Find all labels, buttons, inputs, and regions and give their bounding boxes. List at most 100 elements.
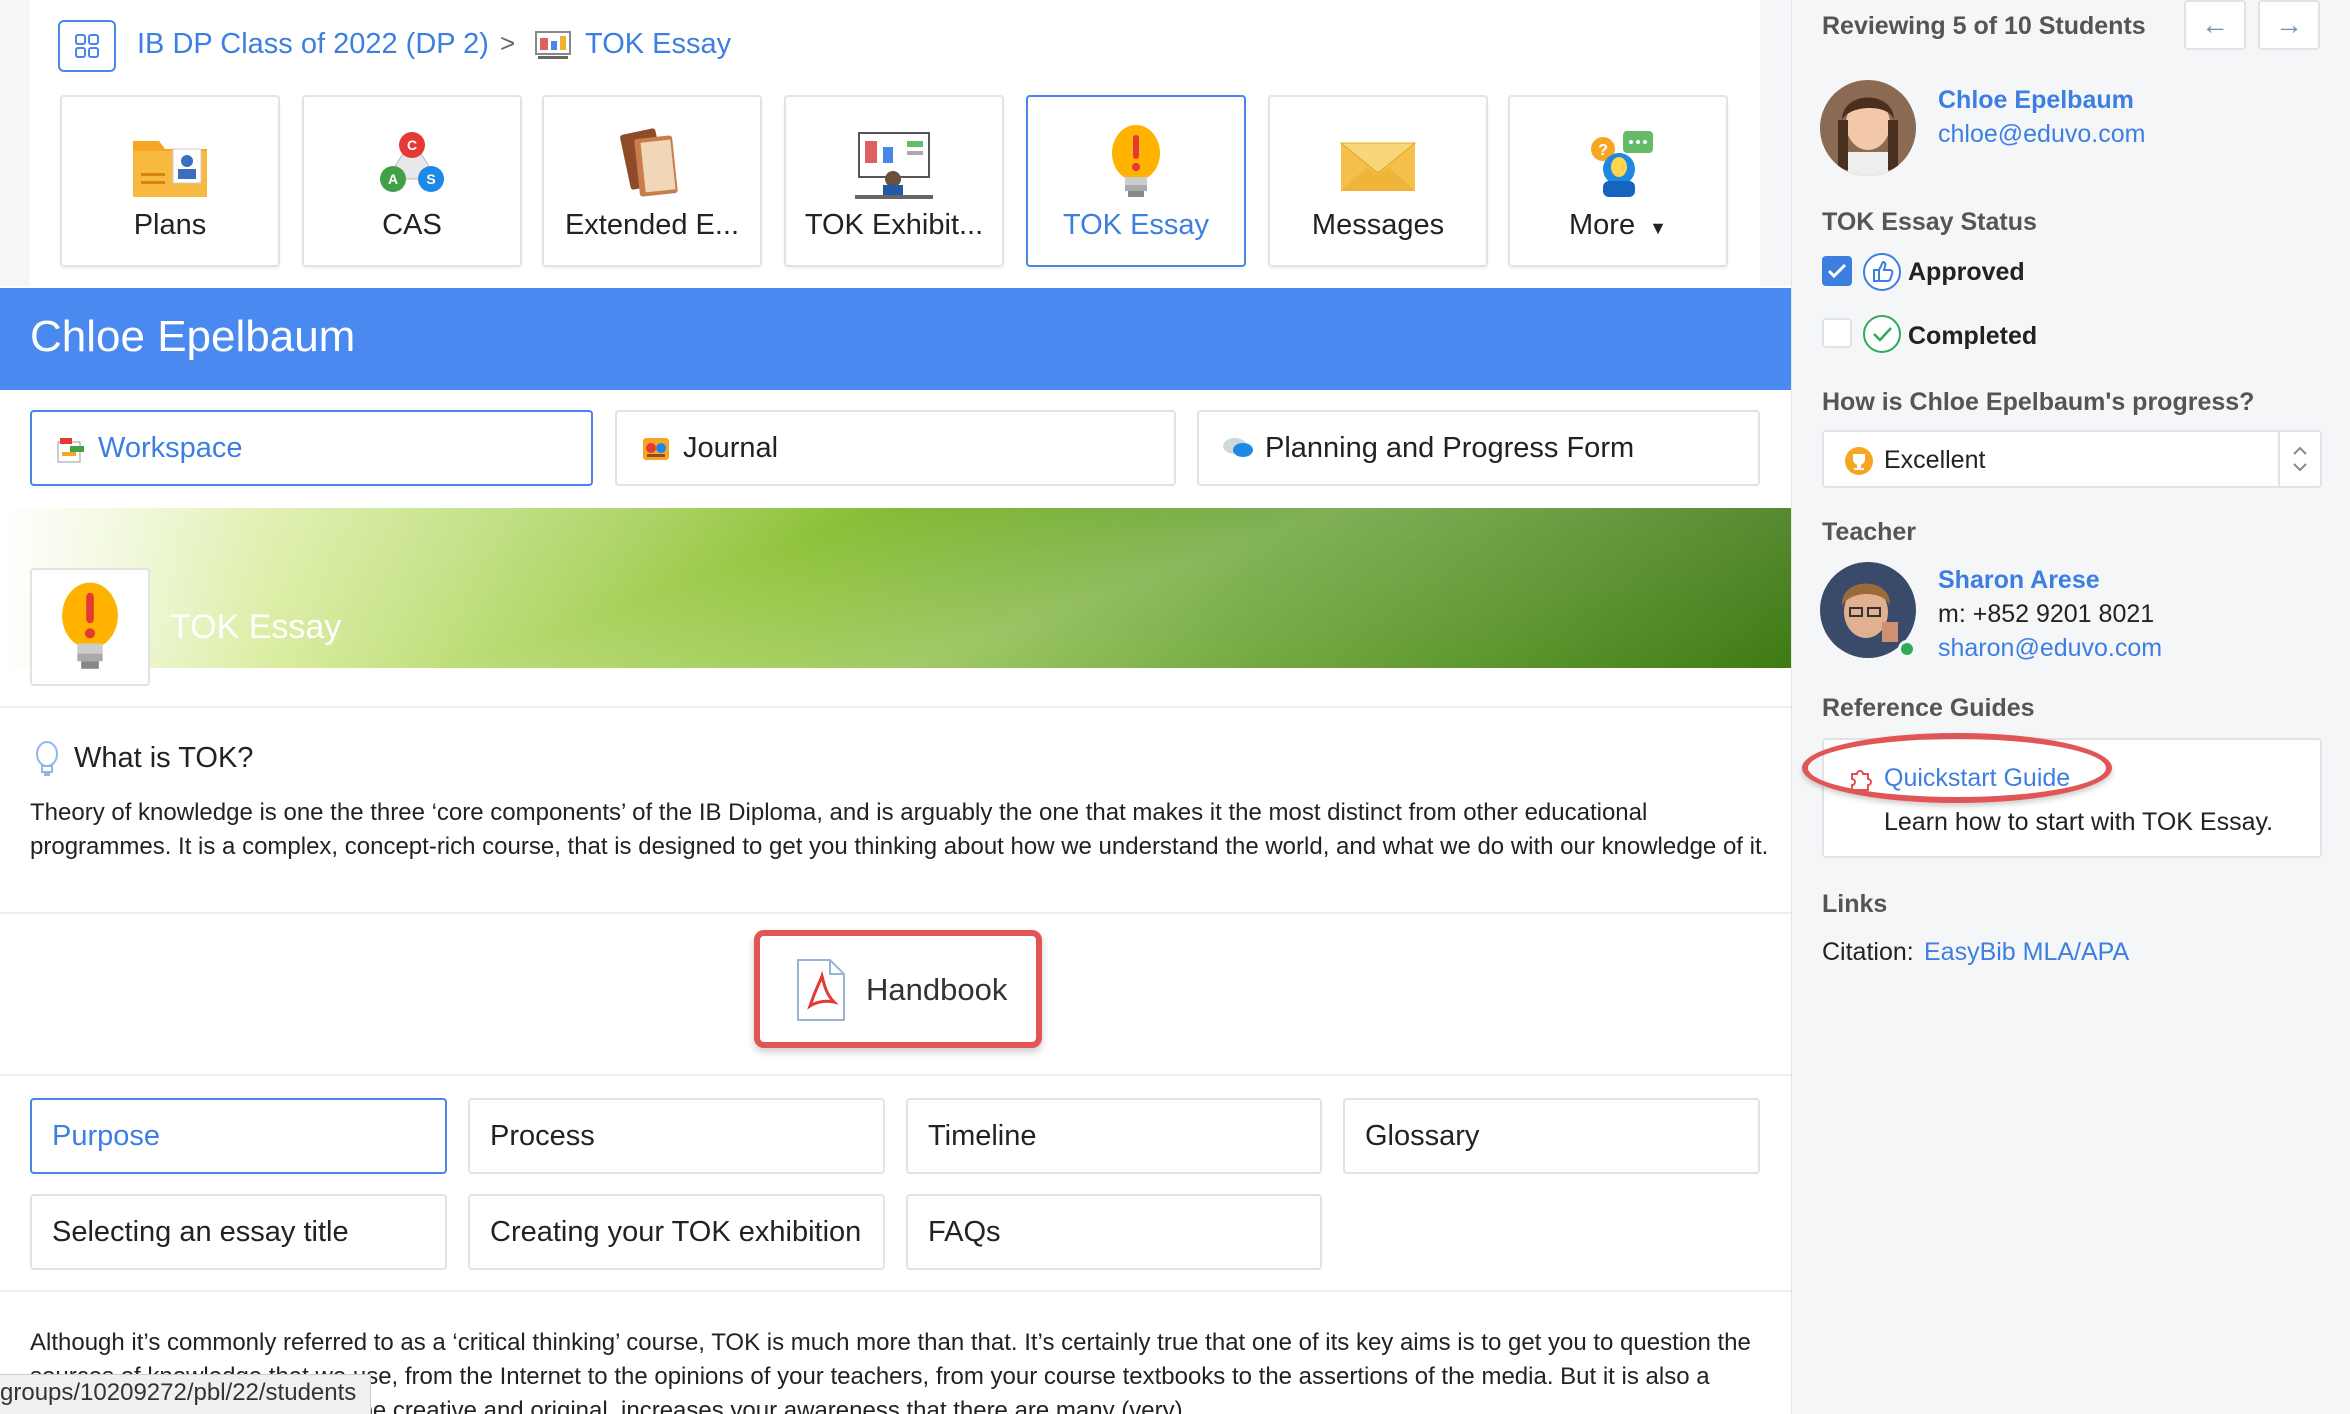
journal-icon	[643, 438, 669, 460]
student-email-link[interactable]: chloe@eduvo.com	[1938, 120, 2145, 149]
what-is-tok-title: What is TOK?	[74, 742, 254, 774]
student-name: Chloe Epelbaum	[30, 312, 356, 361]
nav-card-more[interactable]: ? More ▼	[1508, 95, 1728, 267]
tab-purpose[interactable]: Purpose	[30, 1098, 447, 1174]
completed-label: Completed	[1908, 322, 2038, 350]
svg-text:C: C	[407, 137, 417, 153]
pdf-file-icon	[797, 959, 845, 1021]
nav-card-tok-essay[interactable]: TOK Essay	[1026, 95, 1246, 267]
tab-faqs[interactable]: FAQs	[906, 1194, 1322, 1270]
student-header: Chloe Epelbaum	[0, 288, 1791, 390]
check-circle-icon	[1863, 315, 1901, 353]
quickstart-guide-desc: Learn how to start with TOK Essay.	[1884, 808, 2274, 836]
lightbulb-exclamation-icon	[62, 582, 118, 669]
divider	[0, 1074, 1791, 1076]
approved-label: Approved	[1908, 258, 2025, 286]
divider	[0, 706, 1791, 708]
chat-people-icon: ?	[1591, 131, 1653, 197]
nav-card-extended-essay[interactable]: Extended E...	[542, 95, 762, 267]
arrow-right-icon: →	[2275, 9, 2303, 40]
nav-card-tok-exhibition[interactable]: TOK Exhibit...	[784, 95, 1004, 267]
books-icon	[620, 128, 678, 197]
nav-card-plans[interactable]: Plans	[60, 95, 280, 267]
caret-down-icon: ▼	[1649, 218, 1667, 238]
reference-guides-label: Reference Guides	[1822, 694, 2035, 722]
status-label: TOK Essay Status	[1822, 208, 2037, 236]
tab-timeline[interactable]: Timeline	[906, 1098, 1322, 1174]
previous-student-button[interactable]: ←	[2184, 0, 2246, 50]
tab-label: FAQs	[928, 1216, 1001, 1248]
nav-card-cas[interactable]: C A S CAS	[302, 95, 522, 267]
teacher-email-link[interactable]: sharon@eduvo.com	[1938, 634, 2162, 663]
progress-question: How is Chloe Epelbaum's progress?	[1822, 388, 2255, 416]
folder-user-icon	[133, 141, 207, 197]
main-panel: IB DP Class of 2022 (DP 2) > TOK Essay P…	[0, 0, 1791, 1414]
select-arrows-icon	[2278, 432, 2320, 486]
nav-card-label: TOK Essay	[1062, 209, 1210, 241]
handbook-button[interactable]: Handbook	[754, 930, 1042, 1048]
divider	[0, 1290, 1791, 1292]
progress-value: Excellent	[1884, 446, 1986, 474]
student-name-link[interactable]: Chloe Epelbaum	[1938, 86, 2134, 115]
approved-checkbox[interactable]	[1822, 256, 1852, 286]
tab-label: Timeline	[928, 1120, 1037, 1152]
divider	[0, 912, 1791, 914]
nav-card-label: More ▼	[1510, 209, 1726, 242]
nav-card-label: CAS	[382, 209, 442, 241]
banner-title: TOK Essay	[170, 608, 342, 646]
student-avatar	[1820, 80, 1916, 176]
what-is-tok-body: Theory of knowledge is one the three ‘co…	[30, 799, 1769, 860]
progress-select[interactable]: Excellent	[1822, 430, 2322, 488]
lightbulb-exclamation-icon	[1112, 125, 1160, 197]
tab-selecting-essay-title[interactable]: Selecting an essay title	[30, 1194, 447, 1270]
breadcrumb-class[interactable]: IB DP Class of 2022 (DP 2)	[137, 28, 489, 61]
handbook-label: Handbook	[866, 972, 1008, 1007]
easybib-link[interactable]: EasyBib MLA/APA	[1924, 938, 2129, 967]
tab-process[interactable]: Process	[468, 1098, 885, 1174]
online-status-dot	[1898, 640, 1916, 658]
student-photo	[1820, 80, 1916, 176]
teacher-name-link[interactable]: Sharon Arese	[1938, 566, 2100, 595]
nav-card-label: Messages	[1311, 209, 1445, 241]
workspace-icon	[57, 438, 84, 463]
top-nav-area: IB DP Class of 2022 (DP 2) > TOK Essay P…	[0, 0, 1791, 286]
quickstart-highlight-annotation	[1802, 733, 2112, 803]
check-icon	[1827, 263, 1847, 279]
next-student-button[interactable]: →	[2258, 0, 2320, 50]
banner-icon-box	[30, 568, 150, 686]
tab-label: Purpose	[52, 1120, 161, 1152]
links-label: Links	[1822, 890, 1888, 918]
grid-icon	[75, 34, 99, 58]
svg-text:A: A	[388, 171, 398, 187]
lightbulb-outline-icon	[36, 741, 58, 776]
presentation-icon	[855, 132, 933, 199]
nav-card-messages[interactable]: Messages	[1268, 95, 1488, 267]
tab-label: Journal	[683, 432, 779, 464]
envelope-icon	[1339, 142, 1417, 191]
teacher-phone: m: +852 9201 8021	[1938, 600, 2155, 628]
tab-label: Planning and Progress Form	[1265, 432, 1635, 464]
tab-planning-progress-form[interactable]: Planning and Progress Form	[1197, 410, 1760, 486]
nav-card-label: Extended E...	[564, 209, 740, 241]
presentation-small-icon	[535, 31, 571, 59]
tab-creating-tok-exhibition[interactable]: Creating your TOK exhibition	[468, 1194, 885, 1270]
apps-grid-button[interactable]	[58, 20, 116, 72]
svg-text:S: S	[426, 171, 435, 187]
completed-checkbox[interactable]	[1822, 318, 1852, 348]
more-label: More	[1569, 209, 1636, 241]
citation-prefix: Citation:	[1822, 938, 1914, 966]
review-sidebar: Reviewing 5 of 10 Students ← → Chloe Epe…	[1791, 0, 2350, 1414]
svg-text:?: ?	[1598, 142, 1608, 159]
reviewing-count: Reviewing 5 of 10 Students	[1822, 12, 2146, 40]
tab-label: Creating your TOK exhibition	[490, 1216, 862, 1248]
breadcrumb-separator: >	[500, 28, 516, 58]
tab-glossary[interactable]: Glossary	[1343, 1098, 1760, 1174]
breadcrumb-current[interactable]: TOK Essay	[585, 28, 731, 61]
nav-card-label: Plans	[133, 209, 207, 241]
cas-molecule-icon: C A S	[380, 132, 444, 192]
tab-workspace[interactable]: Workspace	[30, 410, 593, 486]
thumbs-up-icon	[1863, 253, 1901, 291]
chat-bubbles-icon	[1223, 438, 1253, 457]
tab-journal[interactable]: Journal	[615, 410, 1176, 486]
tab-label: Workspace	[98, 432, 243, 464]
